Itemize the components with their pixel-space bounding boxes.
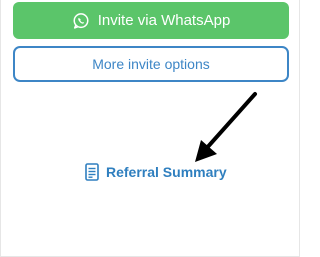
invite-screen: Invite via WhatsApp More invite options … [0,0,300,257]
document-icon [85,163,99,181]
more-invite-options-label: More invite options [92,56,210,72]
referral-summary-label: Referral Summary [106,164,227,180]
arrow-pointer-icon [195,92,257,162]
invite-whatsapp-label: Invite via WhatsApp [97,12,231,29]
whatsapp-icon [72,12,90,30]
invite-whatsapp-button[interactable]: Invite via WhatsApp [13,2,289,39]
referral-summary-link[interactable]: Referral Summary [85,160,227,184]
more-invite-options-button[interactable]: More invite options [13,46,289,82]
